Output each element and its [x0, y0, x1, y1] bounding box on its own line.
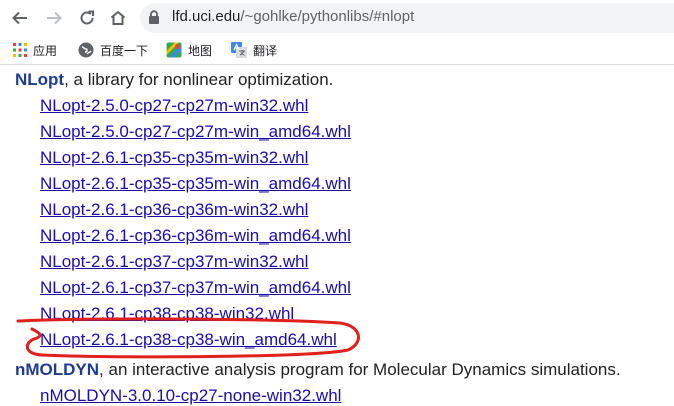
back-arrow-icon[interactable] [8, 6, 32, 30]
url-host: lfd.uci.edu [172, 8, 241, 25]
globe-icon [78, 42, 94, 58]
bookmark-apps[interactable]: 应用 [13, 40, 57, 60]
maps-icon [166, 42, 182, 58]
bookmark-label: 百度一下 [100, 43, 149, 58]
nmoldyn-title: nMOLDYN [15, 360, 100, 379]
bookmark-baidu[interactable]: 百度一下 [78, 40, 148, 60]
download-link[interactable]: nMOLDYN-3.0.10-cp27-none-win32.whl [40, 386, 341, 406]
reload-icon[interactable] [75, 6, 99, 30]
nlopt-heading: NLopt, a library for nonlinear optimizat… [15, 70, 333, 90]
page-content: NLopt, a library for nonlinear optimizat… [0, 65, 674, 405]
address-bar[interactable]: lfd.uci.edu/~gohlke/pythonlibs/#nlopt [140, 3, 674, 33]
download-link[interactable]: NLopt-2.6.1-cp36-cp36m-win_amd64.whl [40, 226, 351, 246]
download-link[interactable]: NLopt-2.6.1-cp37-cp37m-win32.whl [40, 252, 308, 272]
red-circle-annotation [16, 317, 360, 359]
bookmark-label: 应用 [33, 43, 58, 58]
apps-grid-icon [13, 43, 27, 57]
home-icon[interactable] [106, 6, 130, 30]
lock-icon[interactable] [148, 10, 160, 25]
nlopt-description: , a library for nonlinear optimization. [64, 70, 334, 89]
url-text: lfd.uci.edu/~gohlke/pythonlibs/#nlopt [172, 8, 414, 25]
bookmarks-bar: 应用 百度一下 地图 翻译 [0, 36, 674, 65]
browser-toolbar: lfd.uci.edu/~gohlke/pythonlibs/#nlopt [0, 0, 674, 36]
bookmark-label: 翻译 [253, 43, 278, 58]
download-link[interactable]: NLopt-2.6.1-cp35-cp35m-win_amd64.whl [40, 174, 351, 194]
nlopt-title: NLopt [15, 70, 65, 89]
download-link[interactable]: NLopt-2.6.1-cp35-cp35m-win32.whl [40, 148, 308, 168]
download-link[interactable]: NLopt-2.5.0-cp27-cp27m-win32.whl [40, 96, 308, 116]
url-path: /~gohlke/pythonlibs/#nlopt [240, 8, 415, 25]
download-link[interactable]: NLopt-2.6.1-cp37-cp37m-win_amd64.whl [40, 278, 351, 298]
download-link[interactable]: NLopt-2.5.0-cp27-cp27m-win_amd64.whl [40, 122, 351, 142]
bookmark-maps[interactable]: 地图 [166, 40, 212, 60]
bookmark-translate[interactable]: 翻译 [231, 40, 277, 60]
download-link[interactable]: NLopt-2.6.1-cp36-cp36m-win32.whl [40, 200, 308, 220]
nmoldyn-description: , an interactive analysis program for Mo… [99, 360, 621, 379]
translate-icon [231, 42, 247, 58]
nmoldyn-heading: nMOLDYN, an interactive analysis program… [15, 360, 621, 380]
forward-arrow-icon[interactable] [42, 6, 66, 30]
bookmark-label: 地图 [188, 43, 213, 58]
